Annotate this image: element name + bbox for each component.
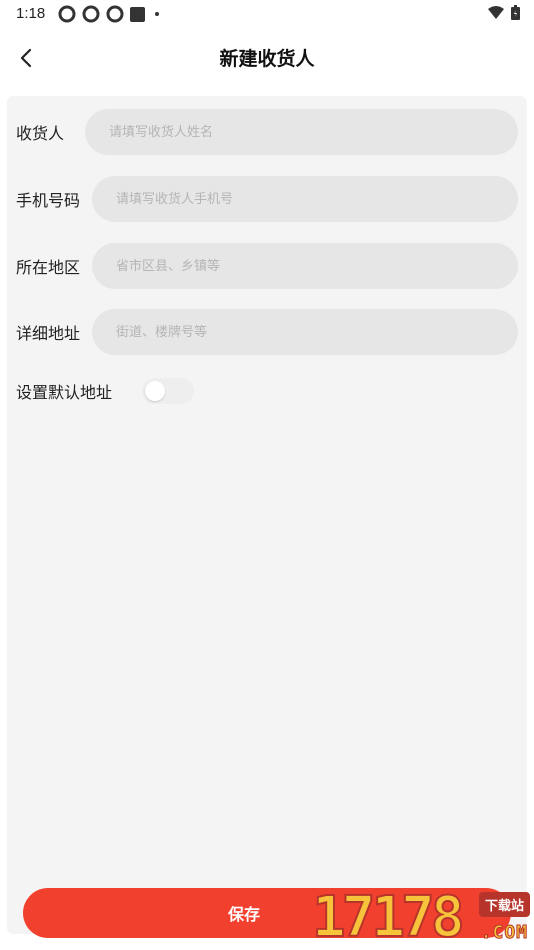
dot-icon (155, 12, 159, 16)
default-address-label: 设置默认地址 (16, 383, 113, 402)
address-input[interactable] (92, 309, 518, 355)
name-label: 收货人 (16, 124, 65, 143)
stop-icon (130, 6, 145, 22)
toggle-knob (145, 381, 165, 401)
default-address-toggle[interactable] (142, 378, 194, 404)
notification-icon (82, 5, 100, 23)
notification-icon (106, 5, 124, 23)
top-bar: 新建收货人 (0, 30, 534, 86)
battery-icon (511, 5, 520, 20)
name-row: 收货人 (7, 109, 527, 155)
page-title: 新建收货人 (219, 48, 315, 70)
watermark-domain: .COM (480, 922, 528, 944)
phone-input[interactable] (92, 176, 518, 222)
default-address-row: 设置默认地址 (7, 368, 527, 414)
phone-label: 手机号码 (16, 191, 81, 210)
region-row: 所在地区 (7, 243, 527, 289)
status-system-icons (487, 5, 520, 20)
status-bar: 1:18 (0, 0, 534, 30)
region-input[interactable] (92, 243, 518, 289)
phone-row: 手机号码 (7, 176, 527, 222)
watermark-badge: 下载站 (478, 892, 530, 917)
address-row: 详细地址 (7, 309, 527, 355)
save-button-label: 保存 (227, 905, 260, 924)
notification-icon (58, 5, 76, 23)
status-time: 1:18 (16, 5, 46, 22)
address-form: 收货人 手机号码 所在地区 详细地址 设置默认地址 (7, 96, 527, 934)
region-label: 所在地区 (16, 258, 81, 277)
status-notifications (58, 5, 159, 23)
address-label: 详细地址 (16, 324, 81, 343)
wifi-icon (488, 5, 504, 19)
name-input[interactable] (85, 109, 518, 155)
watermark-digits: 17178 (311, 885, 466, 950)
watermark-logo: 17178 下载站 .COM (311, 885, 532, 950)
